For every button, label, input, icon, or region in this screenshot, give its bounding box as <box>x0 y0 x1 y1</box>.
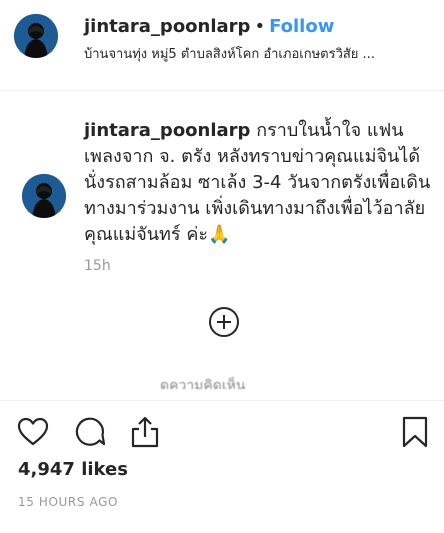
header-separator: • <box>254 16 266 37</box>
action-bar <box>0 400 444 465</box>
header-title-row: jintara_poonlarp • Follow <box>84 16 334 37</box>
load-more-comments-icon[interactable] <box>207 305 241 339</box>
comment-bubble-icon[interactable] <box>73 415 107 449</box>
caption-time: 15h <box>84 258 111 274</box>
caption-username[interactable]: jintara_poonlarp <box>84 120 250 141</box>
location-link[interactable]: บ้านจานทุ่ง หมู่5 ตำบลสิงห์โคก อำเภอเกษต… <box>84 43 434 64</box>
post-header: jintara_poonlarp • Follow บ้านจานทุ่ง หมู่… <box>0 0 444 91</box>
bookmark-icon[interactable] <box>398 415 432 449</box>
comment-avatar[interactable] <box>22 174 66 218</box>
view-replies-partial[interactable]: ดูความคิดเห็น <box>160 375 310 389</box>
header-username[interactable]: jintara_poonlarp <box>84 16 250 37</box>
caption-text: jintara_poonlarp กราบในน้ำใจ แฟนเพลงจาก … <box>84 118 434 248</box>
post-timestamp: 15 HOURS AGO <box>18 495 119 509</box>
follow-button[interactable]: Follow <box>269 16 334 37</box>
heart-icon[interactable] <box>16 415 50 449</box>
likes-count[interactable]: 4,947 likes <box>18 459 128 480</box>
share-icon[interactable] <box>128 415 162 449</box>
profile-avatar[interactable] <box>14 14 58 58</box>
